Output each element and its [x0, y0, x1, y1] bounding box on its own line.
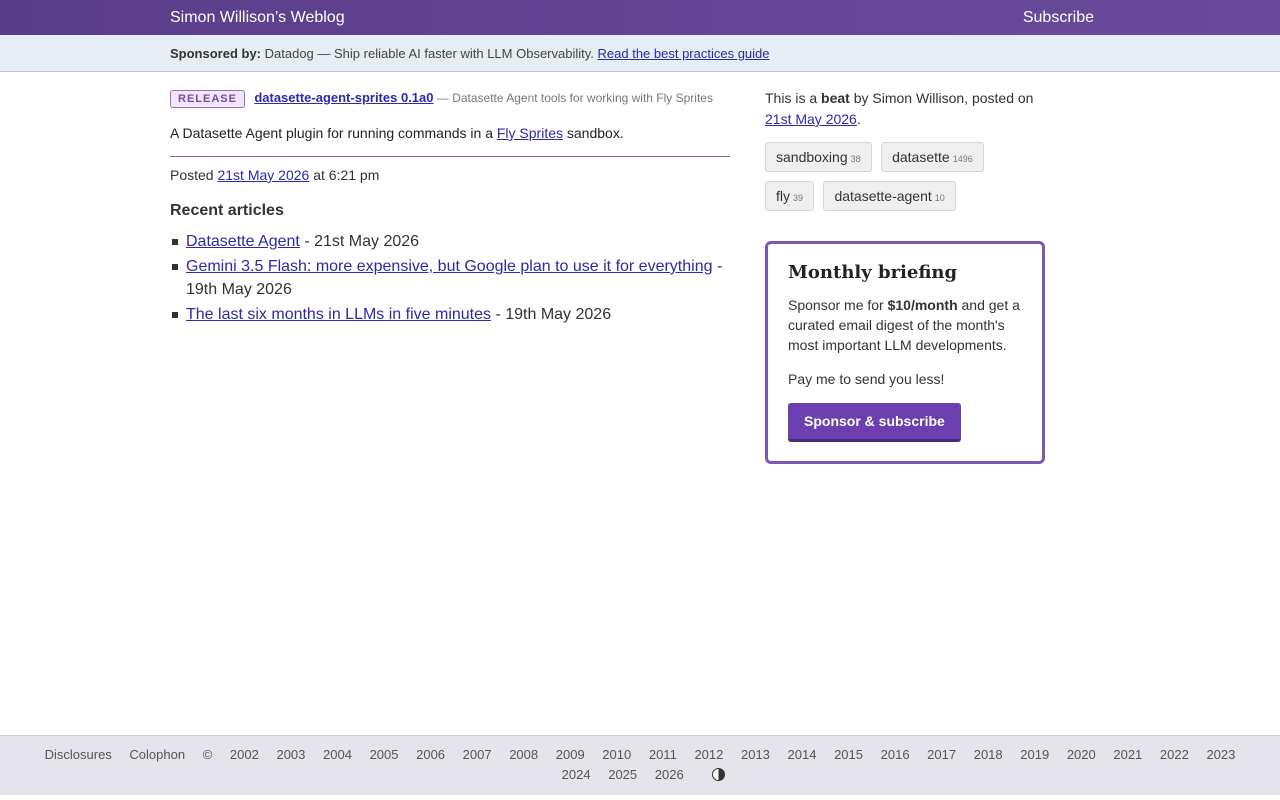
posted-label: Posted	[170, 167, 214, 183]
divider	[170, 156, 730, 157]
sidebar: This is a beat by Simon Willison, posted…	[765, 88, 1045, 220]
site-title-link[interactable]: Simon Willison’s Weblog	[170, 9, 345, 27]
briefing-tagline: Pay me to send you less!	[788, 371, 945, 387]
footer-year-link[interactable]: 2013	[741, 747, 770, 762]
fly-sprites-link[interactable]: Fly Sprites	[497, 125, 563, 141]
footer-year-link[interactable]: 2008	[509, 747, 538, 762]
recent-article-date: - 19th May 2026	[495, 306, 612, 323]
release-title-link[interactable]: datasette-agent-sprites 0.1a0	[254, 90, 433, 105]
sponsor-link[interactable]: Read the best practices guide	[598, 46, 770, 61]
footer-year-link[interactable]: 2002	[230, 747, 259, 762]
footer-year-link[interactable]: 2017	[927, 747, 956, 762]
recent-article-date: - 21st May 2026	[304, 233, 420, 250]
beat-word: beat	[821, 90, 850, 106]
posted-line: Posted 21st May 2026 at 6:21 pm	[170, 167, 730, 183]
post-body: A Datasette Agent plugin for running com…	[170, 125, 730, 141]
tag-datasette[interactable]: datasette 1496	[881, 142, 984, 172]
recent-article-link[interactable]: The last six months in LLMs in five minu…	[186, 306, 491, 323]
list-item: Gemini 3.5 Flash: more expensive, but Go…	[170, 255, 730, 301]
site-footer: Disclosures Colophon © 2002 2003 2004 20…	[0, 735, 1280, 795]
footer-year-link[interactable]: 2023	[1206, 747, 1235, 762]
beat-date-link[interactable]: 21st May 2026	[765, 111, 857, 127]
footer-year-link[interactable]: 2015	[834, 747, 863, 762]
sponsor-text: Datadog — Ship reliable AI faster with L…	[264, 46, 594, 61]
recent-articles-heading: Recent articles	[170, 202, 284, 219]
footer-year-link[interactable]: 2021	[1113, 747, 1142, 762]
recent-article-link[interactable]: Gemini 3.5 Flash: more expensive, but Go…	[186, 258, 713, 275]
footer-year-link[interactable]: 2022	[1160, 747, 1189, 762]
beat-prefix: This is a	[765, 90, 818, 106]
tag-count: 1496	[952, 154, 973, 164]
footer-year-link[interactable]: 2009	[556, 747, 585, 762]
beat-info: This is a beat by Simon Willison, posted…	[765, 88, 1045, 130]
release-badge: RELEASE	[170, 89, 245, 108]
release-dash: —	[436, 91, 449, 105]
footer-year-link[interactable]: 2003	[276, 747, 305, 762]
footer-year-link[interactable]: 2019	[1020, 747, 1049, 762]
monthly-briefing-box: Monthly briefing Sponsor me for $10/mont…	[765, 241, 1045, 464]
tag-count: 39	[793, 193, 804, 203]
tag-count: 38	[850, 154, 861, 164]
footer-year-link[interactable]: 2006	[416, 747, 445, 762]
briefing-text: Sponsor me for $10/month and get a curat…	[788, 295, 1022, 355]
recent-article-link[interactable]: Datasette Agent	[186, 233, 300, 250]
footer-years: 2002 2003 2004 2005 2006 2007 2008 2009 …	[223, 747, 1242, 782]
recent-articles-list: Datasette Agent - 21st May 2026 Gemini 3…	[170, 230, 730, 326]
release-description: Datasette Agent tools for working with F…	[452, 91, 713, 105]
subscribe-link[interactable]: Subscribe	[1023, 9, 1094, 27]
footer-year-link[interactable]: 2016	[881, 747, 910, 762]
contrast-toggle-icon[interactable]	[712, 768, 726, 781]
footer-year-link[interactable]: 2011	[649, 747, 677, 762]
footer-link-disclosures[interactable]: Disclosures	[45, 747, 112, 762]
beat-end: .	[856, 111, 861, 127]
sponsor-banner: Sponsored by: Datadog — Ship reliable AI…	[0, 35, 1280, 72]
tag-name: datasette-agent	[834, 188, 932, 204]
site-header: Simon Willison’s Weblog Subscribe	[0, 0, 1280, 35]
copyright-symbol: ©	[202, 747, 213, 762]
footer-year-link[interactable]: 2010	[602, 747, 631, 762]
sponsor-line: Sponsored by: Datadog — Ship reliable AI…	[170, 46, 770, 61]
sponsor-subscribe-button[interactable]: Sponsor & subscribe	[788, 403, 961, 442]
release-entry: RELEASE datasette-agent-sprites 0.1a0 — …	[170, 88, 730, 108]
tag-fly[interactable]: fly 39	[765, 181, 815, 211]
tag-sandboxing[interactable]: sandboxing 38	[765, 142, 872, 172]
sponsor-label: Sponsored by:	[170, 46, 262, 61]
footer-nav: Disclosures Colophon © 2002 2003 2004 20…	[0, 736, 1280, 785]
list-item: Datasette Agent - 21st May 2026	[170, 230, 730, 253]
footer-year-link[interactable]: 2004	[323, 747, 352, 762]
main-content: RELEASE datasette-agent-sprites 0.1a0 — …	[170, 88, 730, 328]
beat-suffix: by Simon Willison, posted on	[853, 90, 1034, 106]
list-item: The last six months in LLMs in five minu…	[170, 303, 730, 326]
footer-year-link[interactable]: 2025	[608, 767, 637, 782]
body-suffix: sandbox.	[566, 125, 624, 141]
briefing-title: Monthly briefing	[788, 262, 958, 283]
tag-name: fly	[776, 188, 790, 204]
footer-year-link[interactable]: 2012	[694, 747, 723, 762]
posted-date-link[interactable]: 21st May 2026	[217, 167, 309, 183]
tag-list: sandboxing 38 datasette 1496 fly 39 dataset…	[765, 142, 1045, 220]
posted-time: at 6:21 pm	[313, 167, 380, 183]
footer-link-colophon[interactable]: Colophon	[129, 747, 185, 762]
footer-year-link[interactable]: 2026	[655, 767, 684, 782]
tag-datasette-agent[interactable]: datasette-agent 10	[823, 181, 956, 211]
footer-year-link[interactable]: 2007	[463, 747, 492, 762]
briefing-price: $10/month	[887, 297, 958, 313]
tag-count: 10	[934, 193, 945, 203]
briefing-text-prefix: Sponsor me for	[788, 297, 884, 313]
footer-year-link[interactable]: 2020	[1067, 747, 1096, 762]
footer-year-link[interactable]: 2005	[370, 747, 399, 762]
tag-name: datasette	[892, 149, 950, 165]
footer-year-link[interactable]: 2014	[788, 747, 817, 762]
footer-year-link[interactable]: 2024	[562, 767, 591, 782]
footer-year-link[interactable]: 2018	[974, 747, 1003, 762]
body-prefix: A Datasette Agent plugin for running com…	[170, 125, 493, 141]
tag-name: sandboxing	[776, 149, 848, 165]
